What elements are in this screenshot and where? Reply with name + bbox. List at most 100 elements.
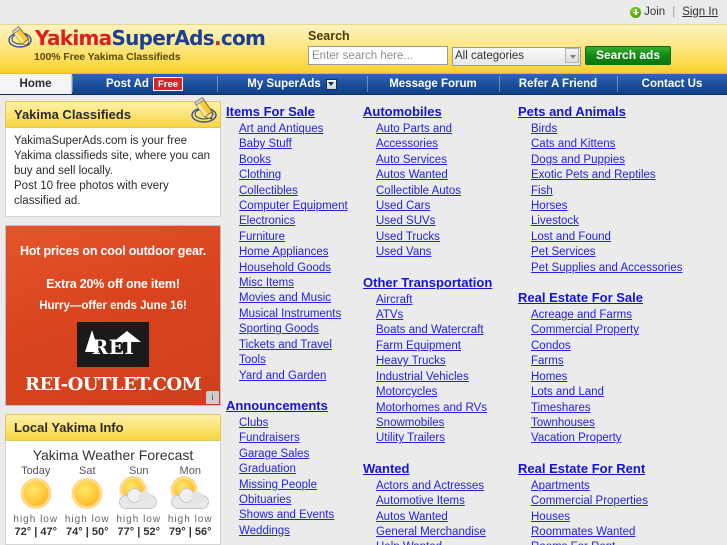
category-link[interactable]: Homes [531, 371, 567, 383]
category-link[interactable]: Graduation [239, 463, 296, 475]
category-link[interactable]: Used SUVs [376, 215, 435, 227]
search-category-select-wrap[interactable]: All categories [452, 46, 581, 66]
category-link[interactable]: Collectible Autos [376, 185, 461, 197]
category-link[interactable]: Condos [531, 340, 571, 352]
category-link[interactable]: Pet Services [531, 246, 596, 258]
category-link[interactable]: Heavy Trucks [376, 355, 446, 367]
category-link[interactable]: Missing People [239, 479, 317, 491]
category-link[interactable]: Utility Trailers [376, 432, 445, 444]
category-link[interactable]: Yard and Garden [239, 370, 326, 382]
category-link[interactable]: Used Cars [376, 200, 430, 212]
category-link[interactable]: Lots and Land [531, 386, 604, 398]
category-link[interactable]: Sporting Goods [239, 323, 319, 335]
category-link[interactable]: Used Trucks [376, 231, 440, 243]
category-link[interactable]: ATVs [376, 309, 403, 321]
category-link[interactable]: Apartments [531, 480, 590, 492]
category-link[interactable]: Shows and Events [239, 509, 334, 521]
ad-info-icon[interactable]: i [206, 391, 219, 404]
sign-in-link[interactable]: Sign In [682, 6, 718, 18]
category-heading-link[interactable]: Other Transportation [363, 275, 492, 290]
category-link[interactable]: Birds [531, 123, 557, 135]
category-link[interactable]: Art and Antiques [239, 123, 323, 135]
category-link[interactable]: Snowmobiles [376, 417, 444, 429]
category-link[interactable]: Townhouses [531, 417, 595, 429]
category-link[interactable]: Collectibles [239, 185, 298, 197]
category-link[interactable]: Dogs and Puppies [531, 154, 625, 166]
category-link[interactable]: Automotive Items [376, 495, 465, 507]
nav-item-home[interactable]: Home [0, 74, 72, 94]
category-link[interactable]: Movies and Music [239, 292, 331, 304]
category-link[interactable]: Used Vans [376, 246, 431, 258]
category-link[interactable]: Furniture [239, 231, 285, 243]
category-link[interactable]: General Merchandise [376, 526, 486, 538]
category-link[interactable]: Roommates Wanted [531, 526, 635, 538]
list-item: Commercial Property [531, 322, 721, 337]
category-link[interactable]: Household Goods [239, 262, 331, 274]
rei-outlet-advertisement[interactable]: Hot prices on cool outdoor gear. Extra 2… [5, 225, 221, 406]
category-link[interactable]: Help Wanted [376, 541, 442, 545]
category-heading-link[interactable]: Items For Sale [226, 104, 315, 119]
category-link[interactable]: Weddings [239, 525, 290, 537]
category-link[interactable]: Livestock [531, 215, 579, 227]
category-link[interactable]: Farms [531, 355, 564, 367]
category-link[interactable]: Tickets and Travel [239, 339, 332, 351]
category-link[interactable]: Motorcycles [376, 386, 437, 398]
category-link[interactable]: Auto Parts and Accessories [376, 123, 452, 150]
category-heading-link[interactable]: Real Estate For Sale [518, 290, 643, 305]
category-link[interactable]: Obituaries [239, 494, 291, 506]
category-column-2: Automobiles Auto Parts and Accessories Aut… [363, 103, 518, 545]
search-category-select[interactable]: All categories [452, 46, 581, 66]
category-link[interactable]: Fish [531, 185, 553, 197]
category-link[interactable]: Exotic Pets and Reptiles [531, 169, 656, 181]
list-item: Sporting Goods [239, 321, 357, 336]
category-link[interactable]: Actors and Actresses [376, 480, 484, 492]
category-link[interactable]: Industrial Vehicles [376, 371, 469, 383]
category-link[interactable]: Timeshares [531, 402, 591, 414]
category-heading-link[interactable]: Announcements [226, 398, 328, 413]
category-link[interactable]: Vacation Property [531, 432, 622, 444]
category-link[interactable]: Garage Sales [239, 448, 309, 460]
category-link[interactable]: Home Appliances [239, 246, 329, 258]
category-heading-link[interactable]: Real Estate For Rent [518, 461, 645, 476]
category-link[interactable]: Clothing [239, 169, 281, 181]
category-link[interactable]: Tools [239, 354, 266, 366]
search-input[interactable] [308, 46, 448, 66]
category-link[interactable]: Farm Equipment [376, 340, 461, 352]
category-link[interactable]: Houses [531, 511, 570, 523]
nav-item-refer-a-friend[interactable]: Refer A Friend [499, 74, 617, 94]
category-link[interactable]: Acreage and Farms [531, 309, 632, 321]
nav-item-post-ad[interactable]: Post Ad Free [72, 74, 217, 94]
category-link[interactable]: Motorhomes and RVs [376, 402, 487, 414]
chevron-down-icon[interactable] [325, 78, 337, 90]
category-link[interactable]: Baby Stuff [239, 138, 292, 150]
category-link[interactable]: Autos Wanted [376, 169, 448, 181]
category-link[interactable]: Commercial Properties [531, 495, 648, 507]
category-link[interactable]: Cats and Kittens [531, 138, 615, 150]
category-link[interactable]: Fundraisers [239, 432, 300, 444]
list-item: Exotic Pets and Reptiles [531, 167, 721, 182]
category-link[interactable]: Rooms For Rent [531, 541, 615, 545]
category-link[interactable]: Aircraft [376, 294, 412, 306]
category-link[interactable]: Electronics [239, 215, 295, 227]
category-link[interactable]: Pet Supplies and Accessories [531, 262, 683, 274]
category-link[interactable]: Boats and Watercraft [376, 324, 484, 336]
nav-item-my-superads[interactable]: My SuperAds [217, 74, 367, 94]
search-ads-button[interactable]: Search ads [585, 46, 672, 66]
nav-item-contact-us[interactable]: Contact Us [617, 74, 727, 94]
category-link[interactable]: Auto Services [376, 154, 447, 166]
category-link[interactable]: Books [239, 154, 271, 166]
category-heading-link[interactable]: Pets and Animals [518, 104, 626, 119]
site-logo[interactable]: YakimaSuperAds.com 100% Free Yakima Clas… [8, 25, 266, 63]
category-heading-link[interactable]: Automobiles [363, 104, 442, 119]
category-link[interactable]: Misc Items [239, 277, 294, 289]
category-heading-link[interactable]: Wanted [363, 461, 409, 476]
nav-item-message-forum[interactable]: Message Forum [367, 74, 499, 94]
category-link[interactable]: Commercial Property [531, 324, 639, 336]
category-link[interactable]: Musical Instruments [239, 308, 341, 320]
category-link[interactable]: Lost and Found [531, 231, 611, 243]
category-link[interactable]: Autos Wanted [376, 511, 448, 523]
category-link[interactable]: Clubs [239, 417, 268, 429]
category-link[interactable]: Computer Equipment [239, 200, 348, 212]
join-link[interactable]: Join [630, 6, 665, 18]
category-link[interactable]: Horses [531, 200, 567, 212]
